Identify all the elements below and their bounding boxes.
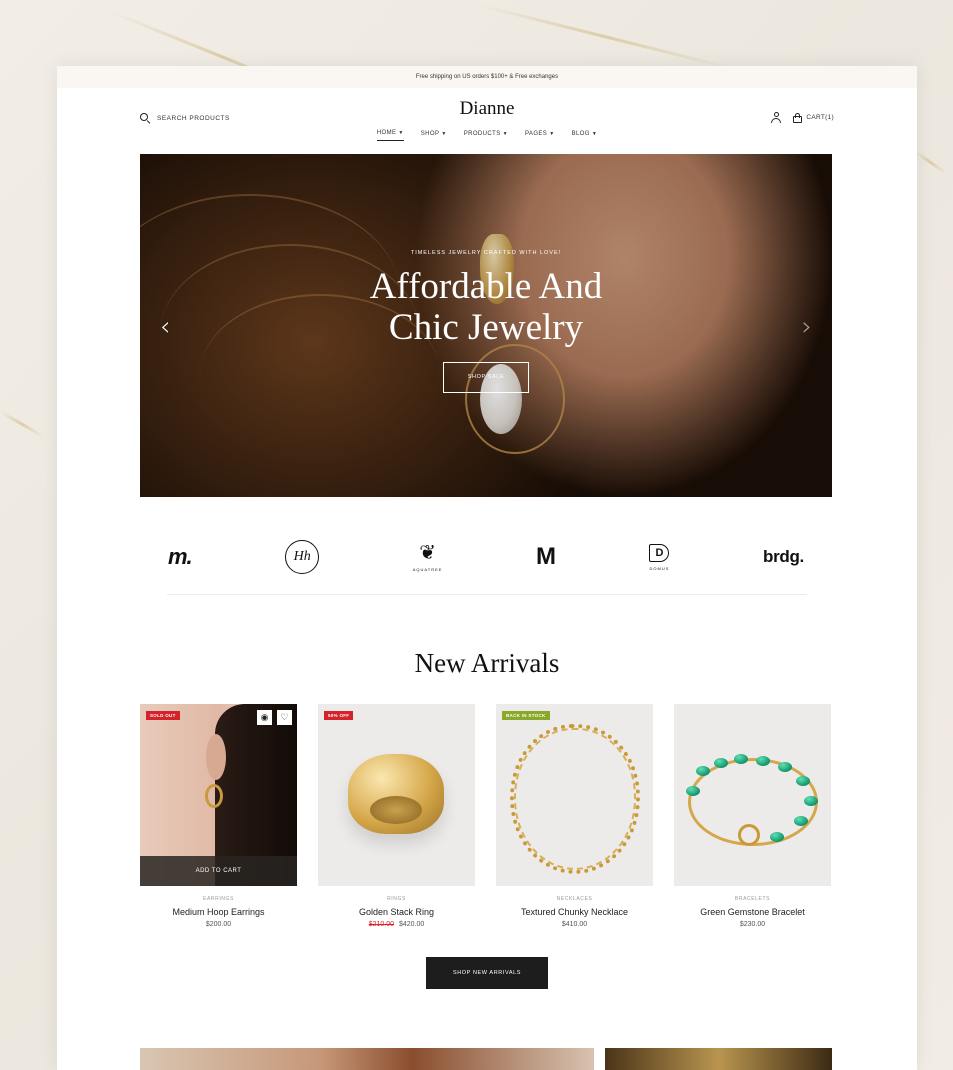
nav-item-blog[interactable]: BLOG ▼ [572,130,598,141]
product-card[interactable]: 50% OFF RINGS Golden Stack Ring $210.00 $… [318,704,475,928]
header-actions: CART(1) [771,112,834,123]
product-image[interactable] [674,704,831,886]
add-to-cart-button[interactable]: ADD TO CART [140,856,297,886]
marble-vein [914,150,947,175]
hero-slider: TIMELESS JEWELRY CRAFTED WITH LOVE! Affo… [140,154,832,497]
marble-vein [0,410,45,438]
nav-item-pages[interactable]: PAGES ▼ [525,130,555,141]
heart-icon[interactable]: ♡ [277,710,292,725]
chevron-down-icon: ▼ [502,130,508,137]
old-price: $210.00 [368,921,394,928]
product-price: $200.00 [205,921,232,928]
nav-item-shop[interactable]: SHOP ▼ [421,130,447,141]
product-category: EARRINGS [203,896,234,902]
shop-sale-button[interactable]: SHOP SALE [443,362,529,393]
brand-logos: m. Hh ❦ AQUATREE M D DOMUS brdg. [140,522,832,592]
product-category: NECKLACES [556,896,593,902]
chevron-left-icon[interactable]: ‹ [160,312,170,342]
brand-logo-hh[interactable]: Hh [285,540,320,574]
store-page: Free shipping on US orders $100+ & Free … [57,66,917,1070]
chevron-down-icon: ▼ [591,130,598,137]
site-header: SEARCH PRODUCTS Dianne HOME ▼ SHOP ▼ PRODU… [57,88,917,156]
brand-logo-aquatree[interactable]: ❦ AQUATREE [413,543,443,572]
new-arrivals-title: New Arrivals [414,648,560,678]
eye-icon[interactable]: ◉ [257,710,272,725]
announcement-bar: Free shipping on US orders $100+ & Free … [57,66,917,88]
product-price: $210.00 $420.00 [368,921,425,928]
chevron-down-icon: ▼ [441,130,447,137]
product-image[interactable]: BACK IN STOCK [496,704,653,886]
product-category: BRACELETS [734,896,771,902]
product-card[interactable]: BRACELETS Green Gemstone Bracelet $230.0… [674,704,831,928]
shop-new-arrivals-button[interactable]: SHOP NEW ARRIVALS [426,957,548,989]
announcement-text: Free shipping on US orders $100+ & Free … [415,74,559,80]
chevron-down-icon: ▼ [549,130,555,137]
tree-icon: ❦ [419,541,436,564]
nav-item-products[interactable]: PRODUCTS ▼ [464,130,508,141]
product-name[interactable]: Green Gemstone Bracelet [674,907,831,917]
product-category: RINGS [387,896,406,902]
chevron-down-icon: ▼ [398,130,404,136]
product-actions: ◉ ♡ [257,710,292,725]
marble-vein [479,4,733,70]
chevron-right-icon[interactable]: › [802,312,812,342]
hero-content: TIMELESS JEWELRY CRAFTED WITH LOVE! Affo… [140,250,832,393]
sold-out-badge: SOLD OUT [146,711,180,720]
brand-logo-brdg[interactable]: brdg. [763,547,804,567]
brand-logo-m[interactable]: m. [168,544,193,570]
section-divider [167,594,807,595]
user-icon[interactable] [771,112,782,123]
hoop-earring-image [205,784,223,808]
discount-badge: 50% OFF [324,711,354,720]
brand-logo-domus[interactable]: D DOMUS [649,543,670,571]
hero-title: Affordable And Chic Jewelry [369,266,603,348]
product-name[interactable]: Medium Hoop Earrings [140,907,297,917]
product-price: $230.00 [739,921,766,928]
product-image[interactable]: 50% OFF [318,704,475,886]
product-name[interactable]: Textured Chunky Necklace [496,907,653,917]
main-nav: HOME ▼ SHOP ▼ PRODUCTS ▼ PAGES ▼ BLOG ▼ [57,130,917,141]
product-name[interactable]: Golden Stack Ring [318,907,475,917]
nav-item-home[interactable]: HOME ▼ [376,130,404,141]
cart-button[interactable]: CART(1) [793,112,834,123]
product-image[interactable]: SOLD OUT ◉ ♡ ADD TO CART [140,704,297,886]
bag-icon [793,112,803,123]
promo-banner-image[interactable] [605,1048,832,1070]
brand-logo-mv[interactable]: M [536,543,556,571]
product-card[interactable]: SOLD OUT ◉ ♡ ADD TO CART EARRINGS Medium… [140,704,297,928]
product-price: $410.00 [561,921,588,928]
promo-banner-image[interactable] [140,1048,594,1070]
back-in-stock-badge: BACK IN STOCK [502,711,550,720]
product-grid: SOLD OUT ◉ ♡ ADD TO CART EARRINGS Medium… [140,704,832,928]
product-card[interactable]: BACK IN STOCK NECKLACES Textured Chunky … [496,704,653,928]
cart-label: CART(1) [806,114,834,121]
hero-eyebrow: TIMELESS JEWELRY CRAFTED WITH LOVE! [410,250,562,256]
